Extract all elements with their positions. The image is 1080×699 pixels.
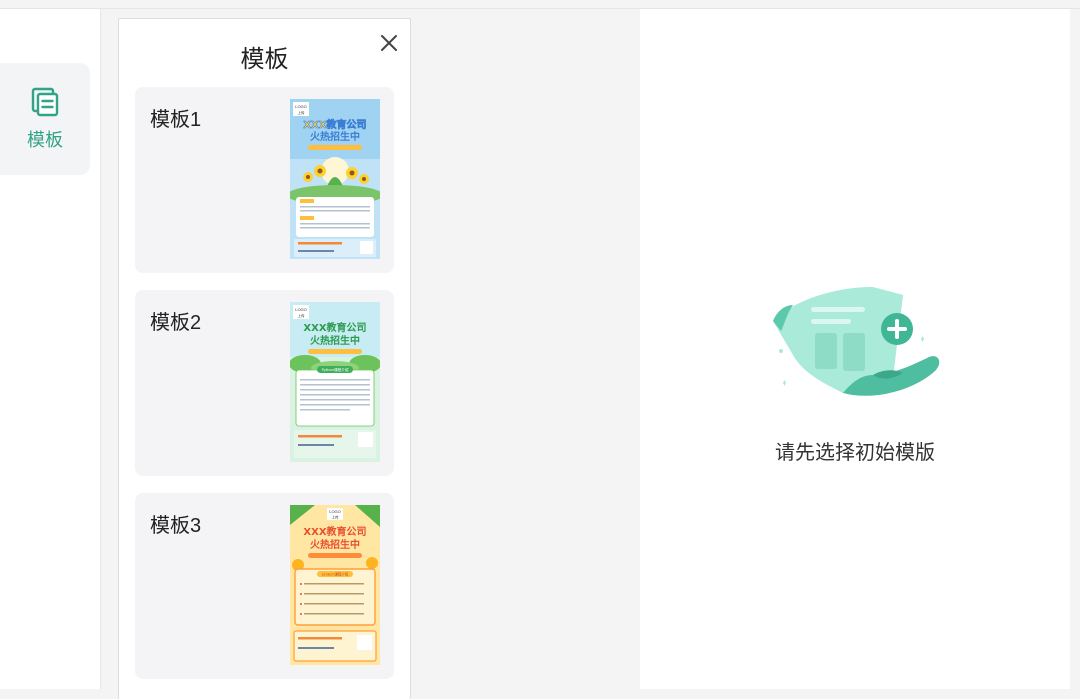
preview-logo: LOGO xyxy=(295,104,307,109)
template-icon xyxy=(31,87,59,117)
template-name: 模板1 xyxy=(150,109,202,131)
template-panel: 模板 模板1 LOGO 上传 XXX教育公司 火热招生中 模板2 LOGO 上传… xyxy=(118,18,411,699)
preview-logo-sub: 上传 xyxy=(298,110,306,115)
preview-banner: Python课程介绍 xyxy=(322,367,349,372)
close-icon[interactable] xyxy=(377,31,401,55)
template-preview-2: LOGO 上传 XXX教育公司 火热招生中 Python课程介绍 xyxy=(290,302,380,462)
empty-state-message: 请先选择初始模版 xyxy=(775,442,935,464)
template-card-1[interactable]: 模板1 LOGO 上传 XXX教育公司 火热招生中 xyxy=(135,87,394,273)
preview-subheadline: 火热招生中 xyxy=(310,334,360,347)
panel-title: 模板 xyxy=(240,46,289,73)
preview-headline: XXX教育公司 xyxy=(303,118,366,131)
preview-logo-sub: 上传 xyxy=(298,313,306,318)
template-card-2[interactable]: 模板2 LOGO 上传 XXX教育公司 火热招生中 Python课程介绍 xyxy=(135,290,394,476)
template-tool-label: 模板 xyxy=(27,130,63,150)
preview-logo: LOGO xyxy=(329,509,341,514)
preview-headline: XXX教育公司 xyxy=(303,321,366,334)
preview-subheadline: 火热招生中 xyxy=(310,130,360,143)
template-preview-3: LOGO 上传 XXX教育公司 火热招生中 Scratch课程介绍 xyxy=(290,505,380,665)
template-card-3[interactable]: 模板3 LOGO 上传 XXX教育公司 火热招生中 Scratch课程介绍 xyxy=(135,493,394,679)
scroll-add-icon xyxy=(773,287,940,396)
preview-subheadline: 火热招生中 xyxy=(310,538,360,551)
template-tool-button[interactable]: 模板 xyxy=(0,63,90,175)
template-preview-1: LOGO 上传 XXX教育公司 火热招生中 xyxy=(290,99,380,259)
left-toolbar: 模板 xyxy=(0,9,101,689)
template-name: 模板3 xyxy=(150,515,202,537)
preview-logo: LOGO xyxy=(295,307,307,312)
template-name: 模板2 xyxy=(150,312,202,334)
preview-headline: XXX教育公司 xyxy=(303,525,366,538)
preview-banner: Scratch课程介绍 xyxy=(322,572,349,577)
preview-logo-sub: 上传 xyxy=(332,515,340,520)
right-scroll-gutter xyxy=(1070,9,1080,689)
